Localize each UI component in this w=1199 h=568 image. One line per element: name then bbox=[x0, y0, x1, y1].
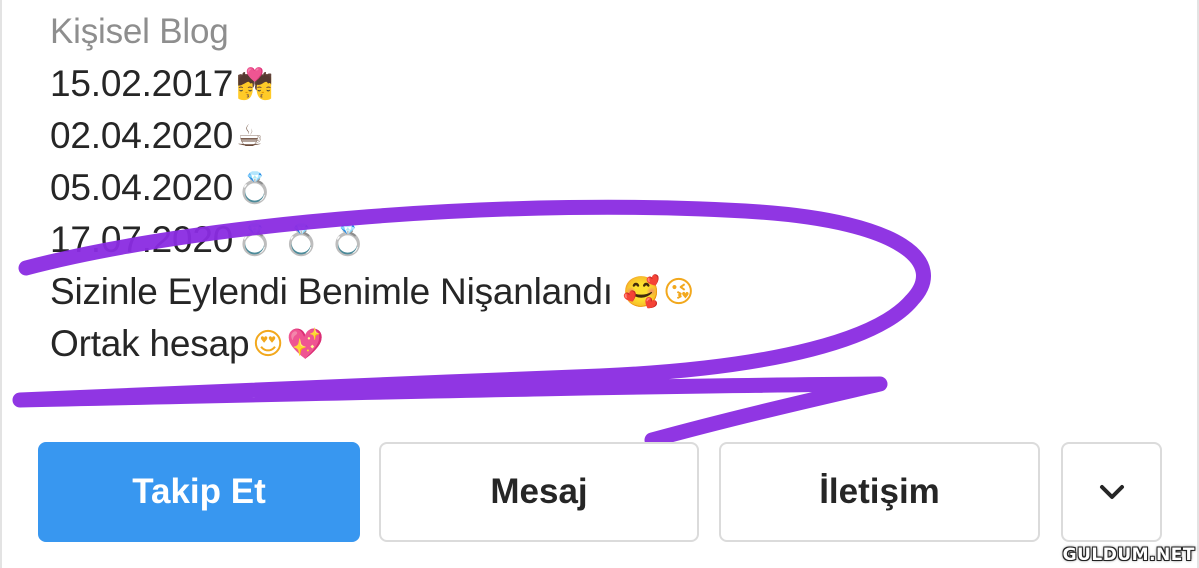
message-button-label: Mesaj bbox=[490, 472, 588, 511]
face-blowing-kiss-icon: 😘 bbox=[663, 275, 695, 310]
bio-date-text: 05.04.2020 bbox=[50, 167, 234, 208]
bio-line-4: 17.07.2020 💍 💍 💍 bbox=[50, 214, 1150, 266]
smiling-face-with-hearts-icon: 🥰 bbox=[622, 275, 661, 310]
bio-line-5: Sizinle Eylendi Benimle Nişanlandı 🥰 😘 bbox=[50, 266, 1150, 318]
three-rings-icon: 💍 💍 💍 bbox=[236, 223, 367, 258]
follow-button[interactable]: Takip Et bbox=[38, 442, 360, 542]
bio-date-text: 17.07.2020 bbox=[50, 219, 234, 260]
coffee-cup-icon: ☕ bbox=[236, 119, 263, 154]
bio-sentence-text: Sizinle Eylendi Benimle Nişanlandı bbox=[50, 271, 613, 312]
chevron-down-icon bbox=[1099, 485, 1124, 499]
contact-button-label: İletişim bbox=[819, 472, 940, 511]
bio-line-3: 05.04.2020 💍 bbox=[50, 162, 1150, 214]
profile-action-bar: Takip Et Mesaj İletişim bbox=[38, 442, 1162, 544]
site-watermark: GULDUM.NET bbox=[1062, 545, 1195, 565]
bio-date-text: 02.04.2020 bbox=[50, 115, 234, 156]
heart-eyes-face-icon: 😍 bbox=[252, 327, 284, 362]
follow-button-label: Takip Et bbox=[132, 472, 266, 511]
bio-line-6: Ortak hesap 😍 💖 bbox=[50, 318, 1150, 370]
bio-date-text: 15.02.2017 bbox=[50, 63, 234, 104]
contact-button[interactable]: İletişim bbox=[719, 442, 1040, 542]
profile-category: Kişisel Blog bbox=[50, 12, 229, 51]
bio-line-1: 15.02.2017 💏 bbox=[50, 58, 1150, 110]
kiss-couple-icon: 💏 bbox=[236, 67, 274, 102]
sparkling-heart-icon: 💖 bbox=[286, 327, 324, 362]
message-button[interactable]: Mesaj bbox=[379, 442, 699, 542]
bio-sentence-text: Ortak hesap bbox=[50, 323, 250, 364]
ring-icon: 💍 bbox=[236, 171, 274, 206]
bio-line-2: 02.04.2020 ☕ bbox=[50, 110, 1150, 162]
left-border bbox=[0, 0, 2, 568]
more-options-button[interactable] bbox=[1061, 442, 1162, 542]
profile-bio: Kişisel Blog 15.02.2017 💏 02.04.2020 ☕ 05.… bbox=[50, 6, 1150, 370]
